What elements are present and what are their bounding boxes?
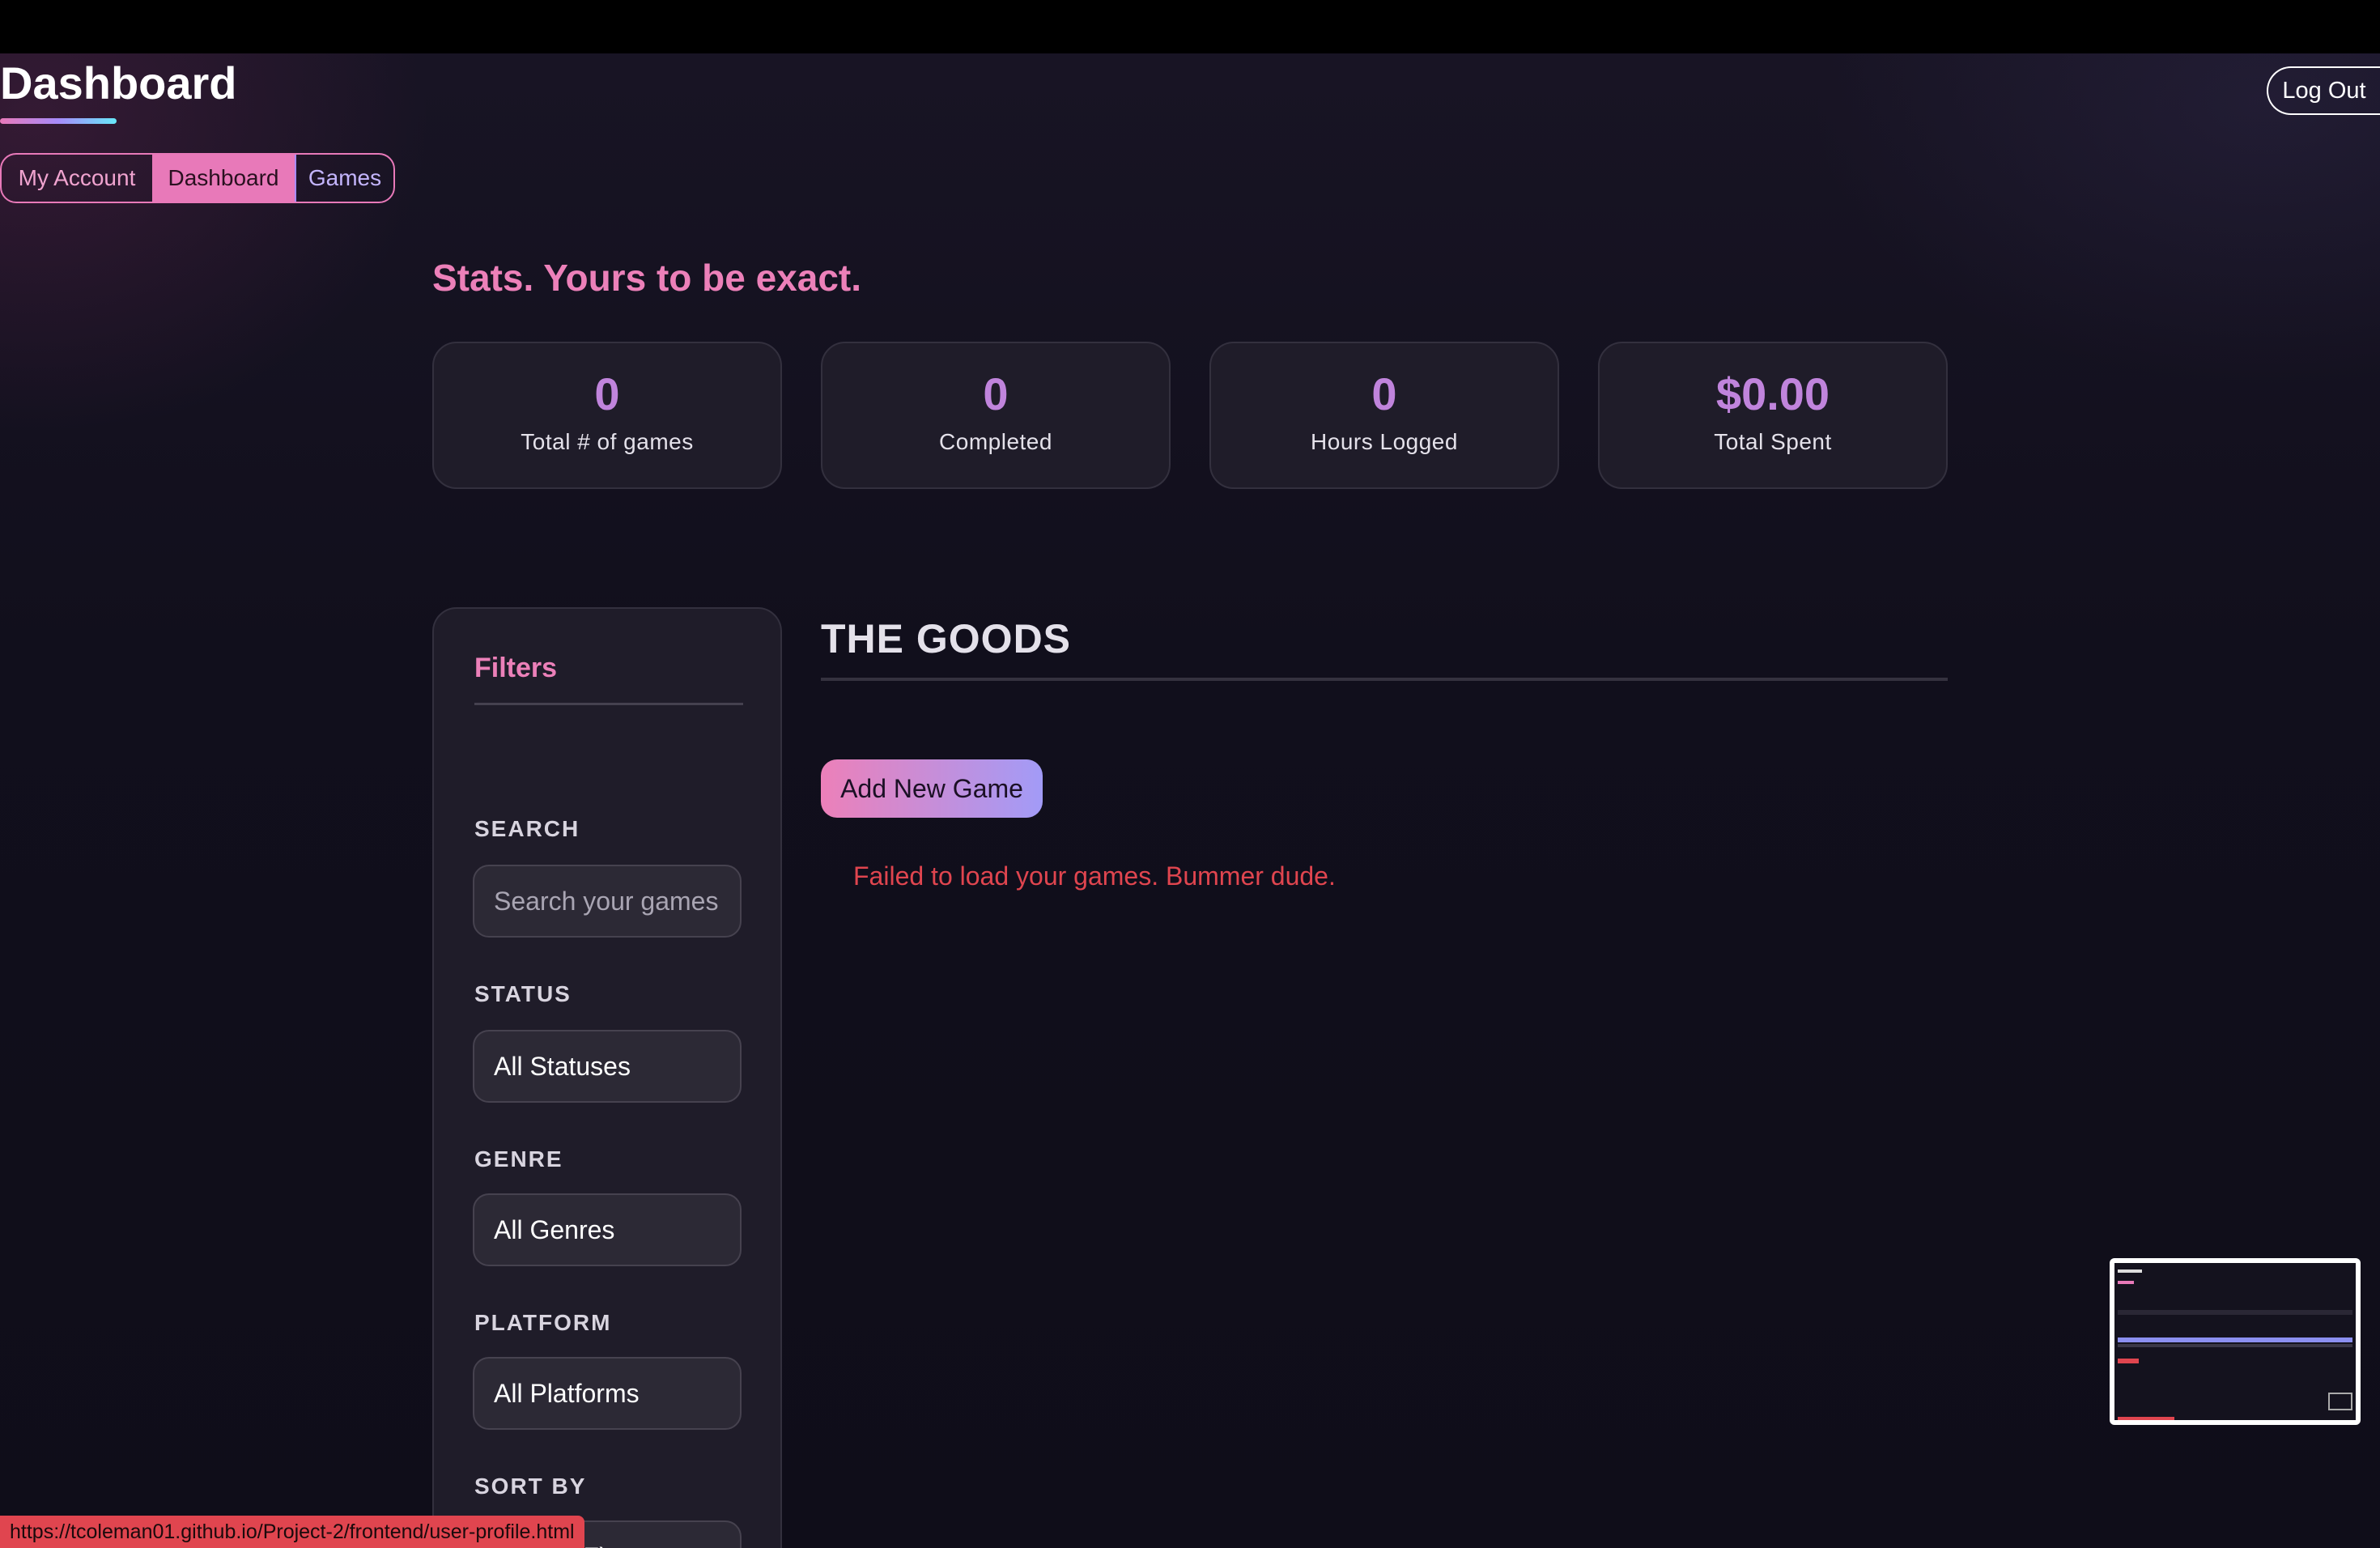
- stat-label: Total # of games: [521, 428, 694, 454]
- thumbnail-shape: [2118, 1337, 2352, 1342]
- browser-top-bar: [0, 0, 2380, 53]
- tab-games[interactable]: Games: [295, 155, 393, 202]
- search-label: SEARCH: [474, 816, 580, 841]
- nav-tabs: My Account Dashboard Games: [0, 153, 395, 203]
- stat-card-completed: 0 Completed: [821, 342, 1171, 489]
- add-new-game-button[interactable]: Add New Game: [821, 759, 1043, 818]
- thumbnail-shape: [2118, 1281, 2134, 1284]
- logout-button[interactable]: Log Out: [2267, 66, 2380, 115]
- stat-label: Hours Logged: [1311, 428, 1458, 454]
- filters-title: Filters: [474, 653, 558, 683]
- stat-card-hours-logged: 0 Hours Logged: [1209, 342, 1559, 489]
- thumbnail-shape: [2118, 1269, 2142, 1273]
- tab-dashboard[interactable]: Dashboard: [152, 155, 295, 202]
- link-status-bar: https://tcoleman01.github.io/Project-2/f…: [0, 1516, 584, 1548]
- stat-label: Total Spent: [1714, 428, 1832, 454]
- tab-my-account[interactable]: My Account: [2, 155, 152, 202]
- genre-label: GENRE: [474, 1146, 563, 1172]
- title-underline: [0, 118, 117, 124]
- stat-value: 0: [1371, 368, 1397, 419]
- platform-select[interactable]: All Platforms: [473, 1357, 742, 1430]
- stat-card-total-games: 0 Total # of games: [432, 342, 782, 489]
- page-title: Dashboard: [0, 57, 237, 108]
- search-input[interactable]: Search your games: [473, 865, 742, 938]
- thumbnail-shape: [2118, 1344, 2352, 1347]
- stat-label: Completed: [939, 428, 1052, 454]
- platform-label: PLATFORM: [474, 1310, 612, 1335]
- stat-value: 0: [594, 368, 620, 419]
- status-select[interactable]: All Statuses: [473, 1030, 742, 1103]
- stat-value: $0.00: [1715, 368, 1830, 419]
- thumbnail-shape: [2118, 1310, 2352, 1315]
- sort-label: SORT BY: [474, 1474, 587, 1499]
- thumbnail-shape: [2328, 1393, 2352, 1410]
- filters-panel: Filters SEARCH Search your games STATUS …: [432, 607, 782, 1548]
- filters-divider: [474, 703, 743, 705]
- status-label: STATUS: [474, 981, 572, 1006]
- goods-title: THE GOODS: [821, 616, 1072, 661]
- stats-heading: Stats. Yours to be exact.: [432, 257, 862, 299]
- stat-value: 0: [983, 368, 1009, 419]
- genre-select[interactable]: All Genres: [473, 1193, 742, 1266]
- thumbnail-shape: [2118, 1417, 2174, 1420]
- stat-card-total-spent: $0.00 Total Spent: [1598, 342, 1948, 489]
- error-message: Failed to load your games. Bummer dude.: [853, 861, 1336, 891]
- dashboard-page: Dashboard Log Out My Account Dashboard G…: [0, 53, 2380, 1548]
- page-thumbnail-preview[interactable]: [2110, 1258, 2361, 1425]
- thumbnail-shape: [2118, 1359, 2139, 1363]
- goods-divider: [821, 678, 1948, 681]
